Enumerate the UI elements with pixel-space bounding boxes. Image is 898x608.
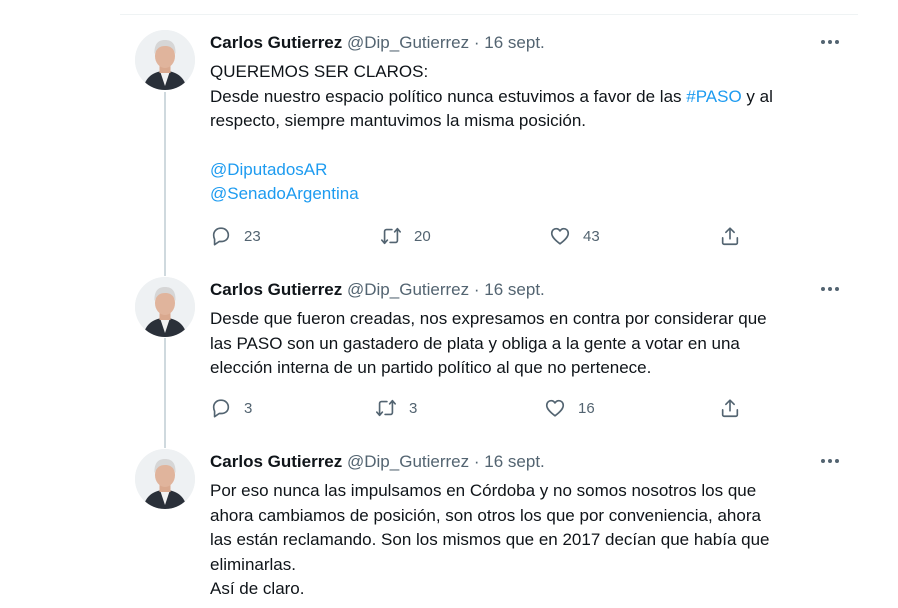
avatar-photo — [135, 277, 195, 337]
author-handle[interactable]: @Dip_Gutierrez — [347, 280, 469, 299]
share-icon — [721, 399, 739, 418]
more-options-button[interactable] — [818, 279, 842, 299]
separator-dot: · — [473, 33, 480, 52]
share-button[interactable] — [719, 224, 741, 248]
tweet-header: Carlos Gutierrez @Dip_Gutierrez · 16 sep… — [210, 452, 545, 472]
heart-icon — [550, 227, 570, 245]
retweet-icon — [381, 227, 401, 245]
reply-icon — [212, 227, 230, 246]
more-horizontal-icon — [821, 40, 839, 44]
share-button[interactable] — [719, 396, 741, 420]
reply-button[interactable]: 23 — [210, 224, 261, 248]
share-icon — [721, 227, 739, 246]
text-line: las están reclamando. Son los mismos que… — [210, 530, 770, 549]
reply-button[interactable]: 3 — [210, 396, 252, 420]
text-line: elección interna de un partido político … — [210, 358, 652, 377]
text-line: ahora cambiamos de posición, son otros l… — [210, 505, 761, 525]
tweet-text: Por eso nunca las impulsamos en Córdoba … — [210, 479, 850, 602]
author-name[interactable]: Carlos Gutierrez — [210, 280, 342, 299]
thread-connector-line — [164, 338, 166, 448]
more-horizontal-icon — [821, 287, 839, 291]
text-line: eliminarlas. — [210, 554, 296, 574]
text-line: Así de claro. — [210, 579, 305, 598]
text-line: Desde que fueron creadas, nos expresamos… — [210, 309, 767, 328]
tweet-header: Carlos Gutierrez @Dip_Gutierrez · 16 sep… — [210, 280, 545, 300]
like-count: 16 — [578, 399, 595, 417]
separator-dot: · — [473, 280, 480, 299]
like-button[interactable]: 16 — [544, 396, 595, 420]
like-button[interactable]: 43 — [549, 224, 600, 248]
avatar[interactable] — [135, 30, 195, 90]
mention-link[interactable]: @DiputadosAR — [210, 160, 327, 179]
tweet-date[interactable]: 16 sept. — [484, 33, 545, 52]
text-line: respecto, siempre mantuvimos la misma po… — [210, 111, 587, 130]
divider — [120, 14, 858, 15]
mention-link[interactable]: @SenadoArgentina — [210, 184, 359, 203]
tweet-text: QUEREMOS SER CLAROS: Desde nuestro espac… — [210, 60, 850, 207]
text-line: las PASO son un gastadero de plata y obl… — [210, 333, 740, 353]
text-segment: Desde nuestro espacio político nunca est… — [210, 86, 687, 106]
tweet-header: Carlos Gutierrez @Dip_Gutierrez · 16 sep… — [210, 33, 545, 53]
text-line: QUEREMOS SER CLAROS: — [210, 62, 429, 81]
avatar-photo — [135, 449, 195, 509]
avatar-photo — [135, 30, 195, 90]
reply-count: 3 — [244, 399, 253, 417]
author-name[interactable]: Carlos Gutierrez — [210, 452, 342, 471]
retweet-count: 20 — [414, 227, 431, 245]
avatar[interactable] — [135, 449, 195, 509]
text-line: Por eso nunca las impulsamos en Córdoba … — [210, 481, 757, 500]
more-horizontal-icon — [821, 459, 839, 463]
heart-icon — [545, 399, 565, 417]
author-name[interactable]: Carlos Gutierrez — [210, 33, 342, 52]
author-handle[interactable]: @Dip_Gutierrez — [347, 452, 469, 471]
tweet-text: Desde que fueron creadas, nos expresamos… — [210, 307, 850, 381]
text-line: Desde nuestro espacio político nunca est… — [210, 85, 850, 110]
separator-dot: · — [473, 452, 480, 471]
tweet-thread: Carlos Gutierrez @Dip_Gutierrez · 16 sep… — [0, 0, 898, 608]
author-handle[interactable]: @Dip_Gutierrez — [347, 33, 469, 52]
more-options-button[interactable] — [818, 32, 842, 52]
avatar[interactable] — [135, 277, 195, 337]
reply-icon — [212, 399, 230, 418]
like-count: 43 — [583, 227, 600, 245]
thread-connector-line — [164, 92, 166, 276]
retweet-icon — [376, 399, 396, 417]
tweet-date[interactable]: 16 sept. — [484, 280, 545, 299]
text-segment: y al — [741, 86, 773, 106]
retweet-button[interactable]: 3 — [375, 396, 417, 420]
more-options-button[interactable] — [818, 451, 842, 471]
reply-count: 23 — [244, 227, 261, 245]
tweet-date[interactable]: 16 sept. — [484, 452, 545, 471]
retweet-button[interactable]: 20 — [380, 224, 431, 248]
retweet-count: 3 — [409, 399, 418, 417]
hashtag-link[interactable]: #PASO — [686, 87, 741, 106]
